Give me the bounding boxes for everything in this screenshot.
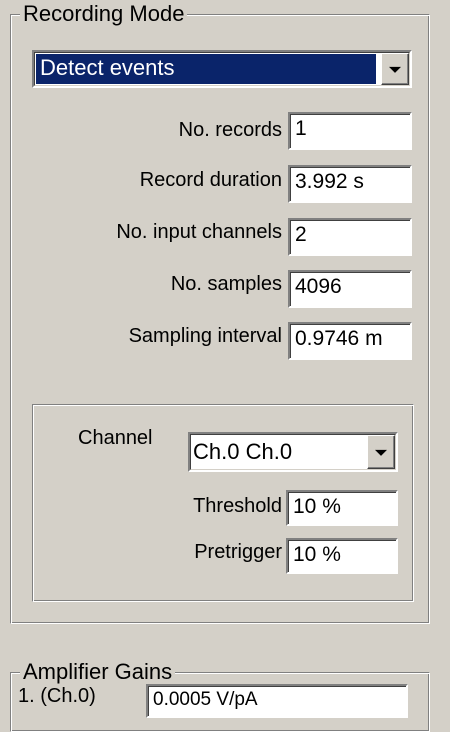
gain-channel-label: 1. (Ch.0): [18, 685, 96, 707]
no-samples-label: No. samples: [170, 273, 282, 295]
no-records-label: No. records: [178, 119, 282, 141]
recording-mode-select[interactable]: Detect events: [32, 50, 412, 88]
record-duration-field[interactable]: 3.992 s: [288, 165, 412, 203]
recording-mode-selected-value: Detect events: [36, 54, 376, 84]
channel-label: Channel: [78, 427, 153, 449]
recording-mode-legend: Recording Mode: [20, 2, 188, 26]
channel-select[interactable]: Ch.0 Ch.0: [188, 432, 398, 472]
chevron-down-icon: [375, 449, 387, 456]
threshold-field[interactable]: 10 %: [286, 490, 398, 526]
no-input-channels-label: No. input channels: [116, 221, 282, 243]
record-duration-label: Record duration: [139, 169, 282, 191]
pretrigger-label: Pretrigger: [194, 541, 282, 563]
channel-dropdown-button[interactable]: [367, 435, 395, 469]
no-samples-field[interactable]: 4096: [288, 270, 412, 308]
recording-mode-dropdown-button[interactable]: [381, 53, 409, 85]
channel-selected-value: Ch.0 Ch.0: [193, 439, 293, 464]
pretrigger-field[interactable]: 10 %: [286, 538, 398, 574]
threshold-label: Threshold: [193, 495, 282, 517]
chevron-down-icon: [389, 66, 401, 73]
no-input-channels-field[interactable]: 2: [288, 218, 412, 256]
amplifier-gains-legend: Amplifier Gains: [20, 660, 176, 684]
sampling-interval-label: Sampling interval: [128, 325, 282, 347]
no-records-field[interactable]: 1: [288, 112, 412, 150]
sampling-interval-field[interactable]: 0.9746 m: [288, 322, 412, 360]
